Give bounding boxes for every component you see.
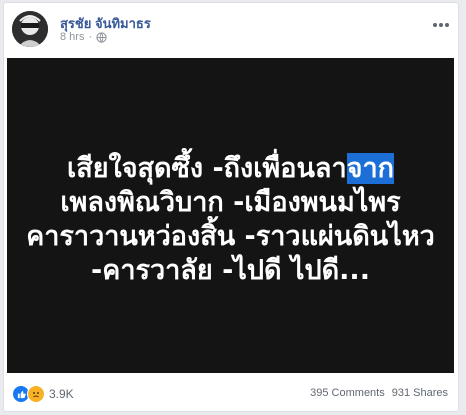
image-text: เสียใจสุดซึ้ง -ถึงเพื่อนลาจาก เพลงพิณวิบ… [7, 152, 454, 288]
reaction-count: 3.9K [49, 387, 74, 401]
image-text-line-1-main: เสียใจสุดซึ้ง -ถึงเพื่อนลา [67, 153, 347, 184]
post-card: สุรชัย จันทิมาธร 8 hrs · เสียใจสุดซึ้ง -… [3, 2, 459, 412]
highlighted-word: จาก [346, 153, 394, 184]
shares-count[interactable]: 931 Shares [392, 387, 448, 399]
post-image[interactable]: เสียใจสุดซึ้ง -ถึงเพื่อนลาจาก เพลงพิณวิบ… [7, 58, 454, 373]
engagement-counts: 395 Comments 931 Shares [310, 387, 448, 399]
sad-icon [27, 385, 45, 403]
more-options-icon[interactable] [432, 13, 450, 32]
avatar[interactable] [12, 11, 48, 47]
avatar-image [12, 11, 48, 47]
post-meta: 8 hrs · [60, 31, 107, 43]
comments-count[interactable]: 395 Comments [310, 387, 385, 399]
post-footer: 3.9K 395 Comments 931 Shares [12, 383, 450, 403]
image-text-line-4: -คารวาลัย -ไปดี ไปดี... [91, 255, 370, 286]
globe-icon [96, 31, 107, 43]
image-text-line-3: คาราวานหว่องสิ้น -ราวแผ่นดินไหว [26, 221, 435, 252]
reactions-summary[interactable]: 3.9K [12, 385, 74, 403]
meta-separator: · [88, 31, 93, 43]
post-time[interactable]: 8 hrs [60, 31, 84, 43]
image-text-line-2: เพลงพิณวิบาก -เมืองพนมไพร [60, 187, 401, 218]
image-text-line-1: เสียใจสุดซึ้ง -ถึงเพื่อนลาจาก [7, 152, 454, 186]
post-header: สุรชัย จันทิมาธร 8 hrs · [12, 11, 452, 47]
